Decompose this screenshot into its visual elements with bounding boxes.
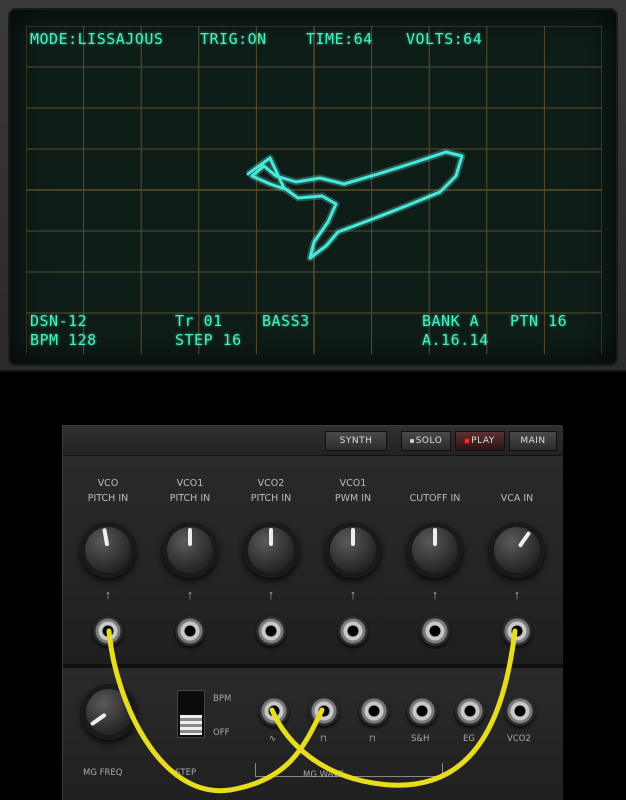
input-label-line2: PITCH IN [87,493,129,504]
input-label-line2: CUTOFF IN [409,493,461,504]
mg-wave-square-jack[interactable] [309,696,339,726]
scope-device: DSN-12 [30,312,88,330]
off-label: OFF [213,728,230,738]
vco2-out-jack[interactable] [505,696,535,726]
knob-pointer [517,530,532,548]
knob-pointer [89,712,107,727]
solo-button[interactable]: SOLO [401,431,451,451]
input-label-cutoff: CUTOFF IN [395,476,475,506]
input-label-vca: VCA IN [477,476,557,506]
scope-bank: BANK A [422,312,480,330]
sample-hold-label: S&H [411,734,430,744]
input-label-line2: PWM IN [334,493,372,504]
scope-step: STEP 16 [175,331,242,349]
knob-pointer [188,528,192,546]
scope-patch: BASS3 [262,312,310,330]
arrow-up-icon: ↑ [267,587,275,602]
scope-mode: MODE:LISSAJOUS [30,30,164,48]
input-label-vco1-pwm: VCO1 PWM IN [313,476,393,506]
oscilloscope-screen: MODE:LISSAJOUS TRIG:ON TIME:64 VOLTS:64 … [10,10,616,364]
mg-wave-label: MG WAVE [303,770,345,780]
input-label-line1 [395,476,475,491]
input-label-line1: VCO1 [339,478,367,489]
vco1-pwm-knob[interactable] [325,522,381,578]
sine-wave-icon: ∿ [269,734,277,744]
input-label-line1: VCO2 [257,478,285,489]
pulse-wave-icon: ⊓ [369,734,376,744]
vco2-pitch-knob[interactable] [243,522,299,578]
vco-pitch-jack[interactable] [93,616,123,646]
input-label-line2: VCA IN [500,493,534,504]
mg-freq-label: MG FREQ [83,768,123,778]
vca-knob[interactable] [489,522,545,578]
knob-pointer [102,527,110,547]
mg-wave-pulse-jack[interactable] [359,696,389,726]
modulation-section: MG FREQ BPM OFF STEP ∿ ⊓ ⊓ S&H EG VCO2 M… [63,668,563,800]
bpm-label: BPM [213,694,232,704]
mg-wave-bracket [255,763,443,777]
switch-handle [180,715,202,735]
vco1-pitch-knob[interactable] [162,522,218,578]
arrow-up-icon: ↑ [431,587,439,602]
bpm-range-switch[interactable] [177,690,205,738]
scope-position: A.16.14 [422,331,489,349]
mg-wave-eg-jack[interactable] [455,696,485,726]
input-label-line2: PITCH IN [169,493,211,504]
arrow-up-icon: ↑ [349,587,357,602]
synth-button[interactable]: SYNTH [325,431,387,451]
input-label-line1: VCO1 [176,478,204,489]
vco2-label: VCO2 [507,734,531,744]
oscilloscope-grid [26,26,602,354]
vco1-pitch-jack[interactable] [175,616,205,646]
square-wave-icon: ⊓ [320,734,327,744]
knob-pointer [351,528,355,546]
synth-panel: SYNTH SOLO PLAY MAIN VCO PITCH IN ↑ VCO1… [62,425,563,800]
mg-wave-sh-jack[interactable] [407,696,437,726]
knob-pointer [433,528,437,546]
scope-trigger: TRIG:ON [200,30,267,48]
scope-pattern: PTN 16 [510,312,568,330]
vco1-pwm-jack[interactable] [338,616,368,646]
input-label-vco2-pitch: VCO2 PITCH IN [231,476,311,506]
lissajous-trace-glow [245,148,466,262]
scope-track: Tr 01 [175,312,223,330]
solo-button-label: SOLO [415,436,443,446]
vco-pitch-knob[interactable] [80,522,136,578]
main-button[interactable]: MAIN [509,431,557,451]
cutoff-jack[interactable] [420,616,450,646]
vco2-pitch-jack[interactable] [256,616,286,646]
knob-pointer [269,528,273,546]
patch-inputs-section: VCO PITCH IN ↑ VCO1 PITCH IN ↑ VCO2 PITC… [63,456,563,664]
eg-label: EG [463,734,475,744]
lissajous-trace [246,150,464,260]
synth-button-label: SYNTH [339,436,373,446]
play-button-label: PLAY [471,436,495,446]
panel-toolbar: SYNTH SOLO PLAY MAIN [63,426,563,456]
input-label-vco1-pitch: VCO1 PITCH IN [150,476,230,506]
play-button[interactable]: PLAY [455,431,505,451]
input-label-line2: PITCH IN [250,493,292,504]
scope-volts: VOLTS:64 [406,30,483,48]
oscilloscope-bezel: MODE:LISSAJOUS TRIG:ON TIME:64 VOLTS:64 … [0,0,626,372]
input-label-vco-pitch: VCO PITCH IN [68,476,148,506]
mg-wave-sine-jack[interactable] [259,696,289,726]
vca-jack[interactable] [502,616,532,646]
step-label: STEP [175,768,197,778]
arrow-up-icon: ↑ [104,587,112,602]
arrow-up-icon: ↑ [513,587,521,602]
arrow-up-icon: ↑ [186,587,194,602]
cutoff-knob[interactable] [407,522,463,578]
play-led [465,439,470,443]
input-label-line1: VCO [97,478,119,489]
main-button-label: MAIN [520,436,546,446]
scope-time: TIME:64 [306,30,373,48]
scope-bpm: BPM 128 [30,331,97,349]
solo-led [409,439,414,443]
mg-freq-knob[interactable] [81,684,137,740]
input-label-line1 [477,476,557,491]
